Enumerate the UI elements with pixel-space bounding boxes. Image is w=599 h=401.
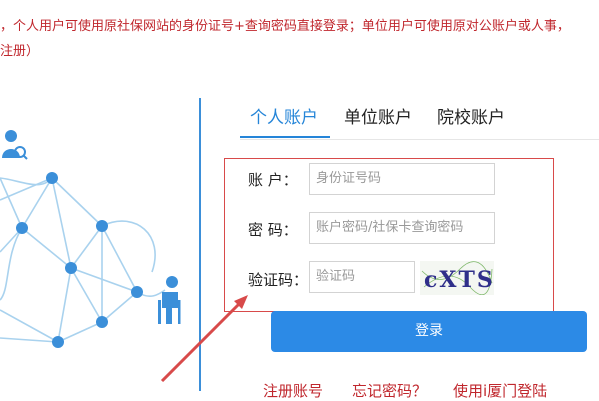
forgot-password-link[interactable]: 忘记密码？ [352,380,427,401]
account-input[interactable]: 身份证号码 [309,163,495,195]
login-button[interactable]: 登录 [271,311,587,352]
network-node [96,316,108,328]
tab-school-account[interactable]: 院校账户 [437,103,505,128]
active-tab-underline [240,136,330,138]
user-search-icon [2,130,28,160]
tabs-divider [240,139,599,140]
captcha-label: 验证码： [248,271,309,289]
captcha-input[interactable]: 验证码 [309,261,415,293]
network-node [65,262,77,274]
tab-company-account[interactable]: 单位账户 [344,103,412,128]
password-label: 密 码： [248,221,298,239]
password-input[interactable]: 账户密码/社保卡查询密码 [309,212,495,244]
network-node [16,222,28,234]
network-node [46,172,58,184]
tab-personal-account[interactable]: 个人账户 [250,103,318,128]
register-link[interactable]: 注册账号 [263,380,323,401]
captcha-image[interactable]: cXTS [420,261,494,295]
captcha-text: cXTS [424,267,494,293]
network-node [96,220,108,232]
ixiamen-login-link[interactable]: 使用i厦门登陆 [453,380,547,401]
account-label: 账 户： [248,171,298,189]
network-node [131,286,143,298]
network-node [52,336,64,348]
